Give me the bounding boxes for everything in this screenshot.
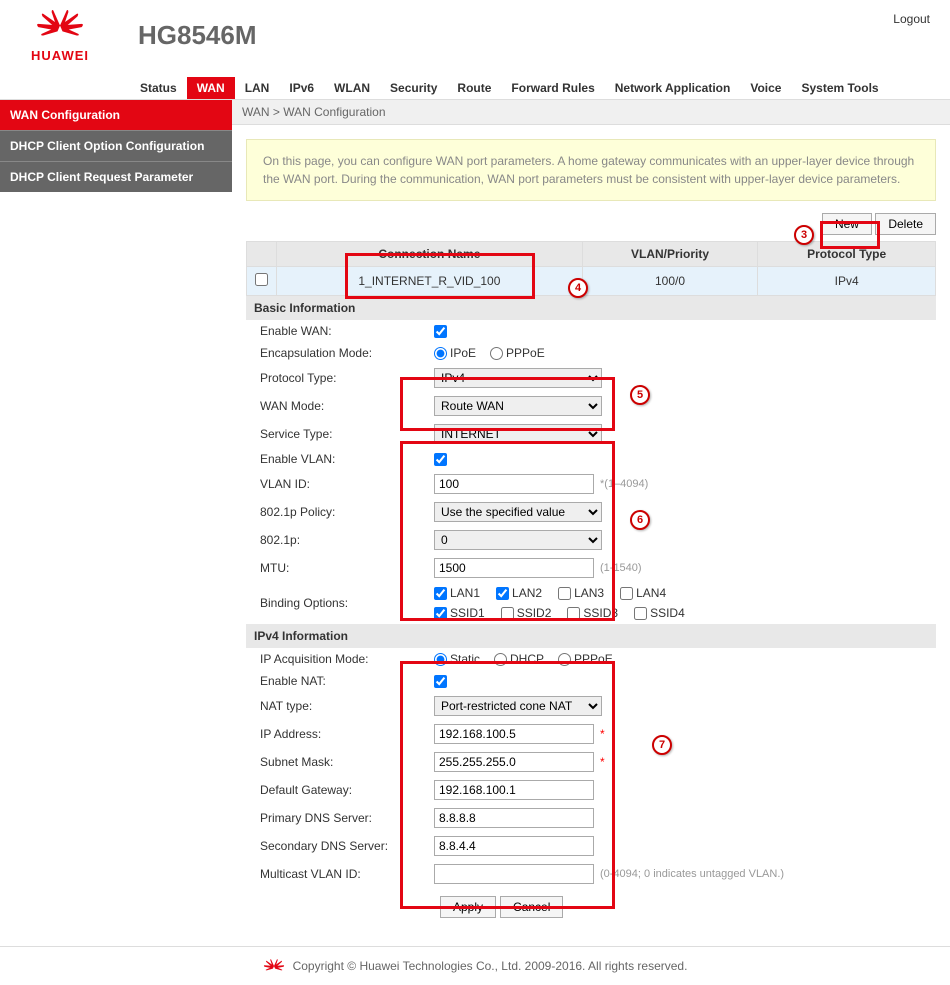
ipacq-dhcp-radio[interactable] <box>494 653 507 666</box>
bind-lan2-checkbox[interactable] <box>496 587 509 600</box>
cell-proto: IPv4 <box>758 267 936 296</box>
nav-voice[interactable]: Voice <box>740 77 791 99</box>
nav-wan[interactable]: WAN <box>187 77 235 99</box>
bind-lan1-checkbox[interactable] <box>434 587 447 600</box>
nav-ipv6[interactable]: IPv6 <box>279 77 324 99</box>
label-enable-nat: Enable NAT: <box>254 674 434 688</box>
dns2-input[interactable] <box>434 836 594 856</box>
gateway-input[interactable] <box>434 780 594 800</box>
dns1-input[interactable] <box>434 808 594 828</box>
label-service: Service Type: <box>254 427 434 441</box>
label-encap: Encapsulation Mode: <box>254 346 434 360</box>
label-binding: Binding Options: <box>254 596 434 610</box>
bind-ssid3-checkbox[interactable] <box>567 607 580 620</box>
huawei-logo-icon <box>35 8 85 43</box>
nav-network-application[interactable]: Network Application <box>605 77 741 99</box>
cell-conn-name: 1_INTERNET_R_VID_100 <box>277 267 583 296</box>
encap-ipoe-radio[interactable] <box>434 347 447 360</box>
main-nav: StatusWANLANIPv6WLANSecurityRouteForward… <box>130 77 950 99</box>
ip-addr-input[interactable] <box>434 724 594 744</box>
nav-security[interactable]: Security <box>380 77 447 99</box>
footer-text: Copyright © Huawei Technologies Co., Ltd… <box>293 959 688 973</box>
label-dns1: Primary DNS Server: <box>254 811 434 825</box>
service-type-select[interactable]: INTERNET <box>434 424 602 444</box>
main-content: WAN > WAN Configuration On this page, yo… <box>232 100 950 940</box>
connection-table: Connection Name VLAN/Priority Protocol T… <box>246 241 936 296</box>
section-basic: Basic Information <box>246 296 936 320</box>
label-ip-addr: IP Address: <box>254 727 434 741</box>
label-subnet: Subnet Mask: <box>254 755 434 769</box>
logout-link[interactable]: Logout <box>893 12 930 26</box>
logo: HUAWEI <box>0 8 120 63</box>
marker-3: 3 <box>794 225 814 245</box>
enable-nat-checkbox[interactable] <box>434 675 447 688</box>
marker-4: 4 <box>568 278 588 298</box>
label-proto: Protocol Type: <box>254 371 434 385</box>
ipacq-static-radio[interactable] <box>434 653 447 666</box>
marker-6: 6 <box>630 510 650 530</box>
label-ip-acq: IP Acquisition Mode: <box>254 652 434 666</box>
nav-forward-rules[interactable]: Forward Rules <box>501 77 604 99</box>
bind-lan4-checkbox[interactable] <box>620 587 633 600</box>
sidebar-item-dhcp-client-request-parameter[interactable]: DHCP Client Request Parameter <box>0 161 232 192</box>
table-row[interactable]: 1_INTERNET_R_VID_100 100/0 IPv4 <box>247 267 936 296</box>
cancel-button[interactable]: Cancel <box>500 896 563 918</box>
th-checkbox <box>247 242 277 267</box>
footer: Copyright © Huawei Technologies Co., Ltd… <box>0 946 950 985</box>
wan-mode-select[interactable]: Route WAN <box>434 396 602 416</box>
model-name: HG8546M <box>138 20 257 51</box>
page-hint: On this page, you can configure WAN port… <box>246 139 936 201</box>
nat-type-select[interactable]: Port-restricted cone NAT <box>434 696 602 716</box>
sidebar: WAN ConfigurationDHCP Client Option Conf… <box>0 100 232 940</box>
huawei-footer-icon <box>263 957 285 975</box>
label-enable-vlan: Enable VLAN: <box>254 452 434 466</box>
enable-wan-checkbox[interactable] <box>434 325 447 338</box>
label-gateway: Default Gateway: <box>254 783 434 797</box>
label-mvlan: Multicast VLAN ID: <box>254 867 434 881</box>
nav-status[interactable]: Status <box>130 77 187 99</box>
sidebar-item-dhcp-client-option-configuration[interactable]: DHCP Client Option Configuration <box>0 130 232 161</box>
ipacq-pppoe-radio[interactable] <box>558 653 571 666</box>
row-checkbox[interactable] <box>255 273 268 286</box>
delete-button[interactable]: Delete <box>875 213 936 235</box>
enable-vlan-checkbox[interactable] <box>434 453 447 466</box>
dot1p-policy-select[interactable]: Use the specified value <box>434 502 602 522</box>
brand-text: HUAWEI <box>0 48 120 63</box>
bind-ssid2-checkbox[interactable] <box>501 607 514 620</box>
label-dns2: Secondary DNS Server: <box>254 839 434 853</box>
marker-7: 7 <box>652 735 672 755</box>
label-wan-mode: WAN Mode: <box>254 399 434 413</box>
subnet-input[interactable] <box>434 752 594 772</box>
label-vlan-id: VLAN ID: <box>254 477 434 491</box>
marker-5: 5 <box>630 385 650 405</box>
encap-pppoe-radio[interactable] <box>490 347 503 360</box>
breadcrumb: WAN > WAN Configuration <box>232 100 950 125</box>
nav-route[interactable]: Route <box>447 77 501 99</box>
label-mtu: MTU: <box>254 561 434 575</box>
mvlan-input[interactable] <box>434 864 594 884</box>
section-ipv4: IPv4 Information <box>246 624 936 648</box>
dot1p-select[interactable]: 0 <box>434 530 602 550</box>
nav-lan[interactable]: LAN <box>235 77 280 99</box>
th-vlan: VLAN/Priority <box>582 242 758 267</box>
proto-type-select[interactable]: IPv4 <box>434 368 602 388</box>
bind-ssid4-checkbox[interactable] <box>634 607 647 620</box>
label-nat-type: NAT type: <box>254 699 434 713</box>
th-conn-name: Connection Name <box>277 242 583 267</box>
label-dot1p: 802.1p: <box>254 533 434 547</box>
nav-system-tools[interactable]: System Tools <box>791 77 888 99</box>
label-enable-wan: Enable WAN: <box>254 324 434 338</box>
vlan-id-input[interactable] <box>434 474 594 494</box>
bind-ssid1-checkbox[interactable] <box>434 607 447 620</box>
bind-lan3-checkbox[interactable] <box>558 587 571 600</box>
cell-vlan: 100/0 <box>582 267 758 296</box>
sidebar-item-wan-configuration[interactable]: WAN Configuration <box>0 100 232 130</box>
apply-button[interactable]: Apply <box>440 896 496 918</box>
label-dot1p-policy: 802.1p Policy: <box>254 505 434 519</box>
nav-wlan[interactable]: WLAN <box>324 77 380 99</box>
new-button[interactable]: New <box>822 213 872 235</box>
mtu-input[interactable] <box>434 558 594 578</box>
th-proto: Protocol Type <box>758 242 936 267</box>
header: HUAWEI HG8546M Logout <box>0 0 950 63</box>
